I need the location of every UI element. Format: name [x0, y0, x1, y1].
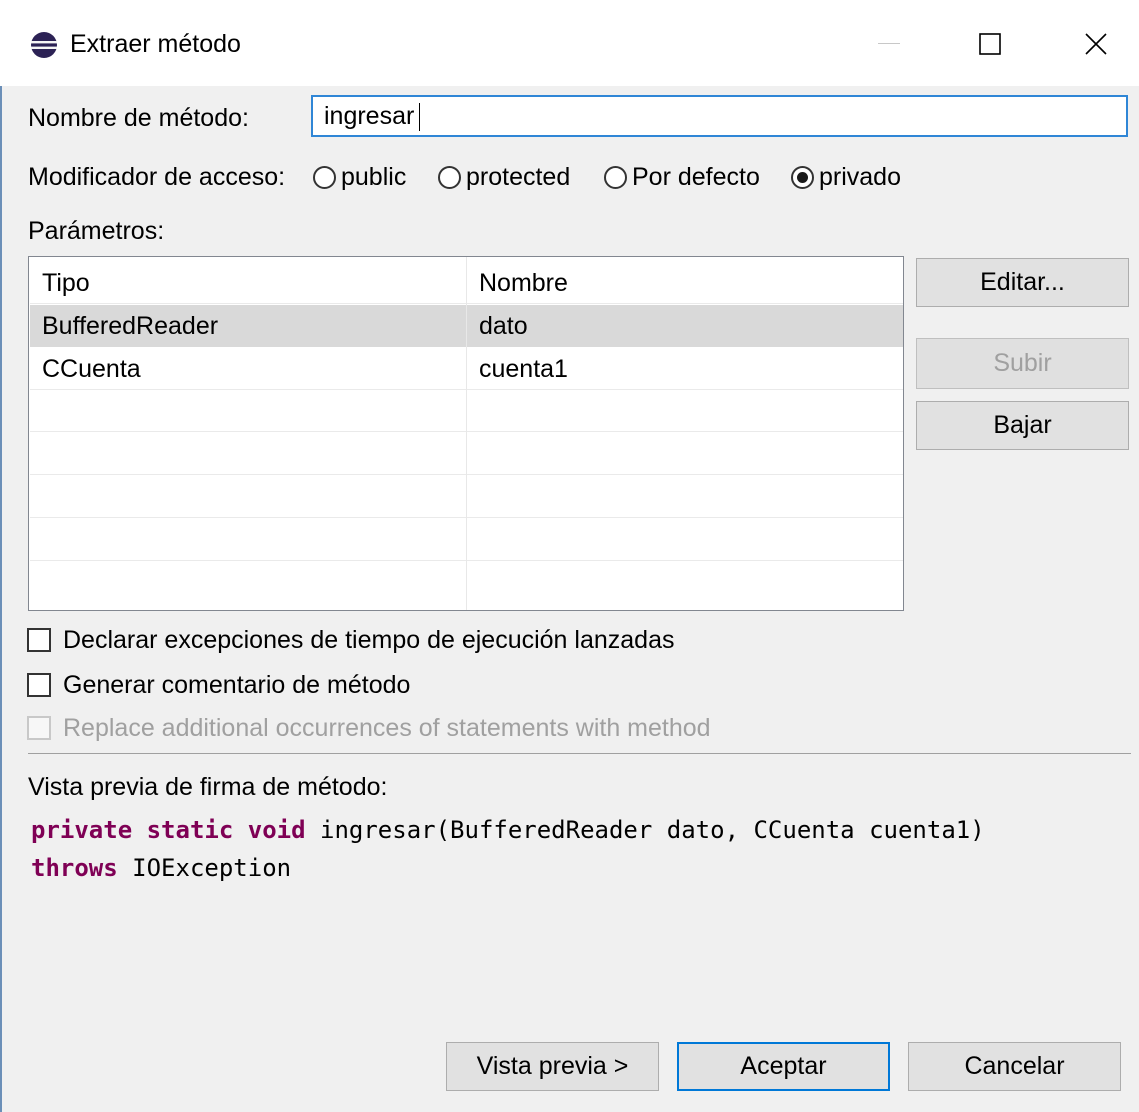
access-modifier-label: Modificador de acceso:	[28, 163, 286, 191]
radio-public[interactable]: public	[313, 162, 406, 192]
preview-label: Vista previa de firma de método:	[28, 773, 388, 801]
window-border	[0, 86, 2, 1112]
window-title: Extraer método	[70, 30, 241, 58]
maximize-button[interactable]	[960, 22, 1020, 66]
column-separator	[466, 257, 467, 610]
accept-button[interactable]: Aceptar	[677, 1042, 890, 1091]
replace-occurrences-checkbox[interactable]: Replace additional occurrences of statem…	[27, 713, 711, 743]
param-type: CCuenta	[42, 355, 141, 383]
preview-button[interactable]: Vista previa >	[446, 1042, 659, 1091]
param-type: BufferedReader	[42, 312, 219, 340]
maximize-icon	[979, 33, 1001, 55]
edit-button[interactable]: Editar...	[916, 258, 1129, 307]
eclipse-icon	[30, 31, 58, 59]
radio-default[interactable]: Por defecto	[604, 162, 760, 192]
radio-circle-selected	[791, 165, 814, 189]
move-up-button[interactable]: Subir	[916, 338, 1129, 389]
close-icon	[1085, 33, 1107, 55]
method-name-label: Nombre de método:	[28, 104, 249, 132]
method-name-input[interactable]	[311, 95, 1128, 137]
move-down-button[interactable]: Bajar	[916, 401, 1129, 450]
radio-protected[interactable]: protected	[438, 162, 570, 192]
generate-comment-checkbox[interactable]: Generar comentario de método	[27, 670, 410, 700]
signature-line-2: throws IOException	[31, 854, 292, 882]
column-header-name[interactable]: Nombre	[479, 262, 568, 304]
parameters-label: Parámetros:	[28, 217, 165, 245]
radio-circle	[313, 165, 336, 189]
signature-preview: private static void ingresar(BufferedRea…	[31, 811, 985, 887]
checkbox-box	[27, 628, 51, 652]
checkbox-box	[27, 716, 51, 740]
divider	[28, 753, 1131, 754]
radio-private[interactable]: privado	[791, 162, 901, 192]
minimize-icon	[878, 43, 900, 44]
column-header-type[interactable]: Tipo	[42, 262, 90, 304]
close-button[interactable]	[1066, 22, 1126, 66]
radio-circle	[604, 165, 627, 189]
param-name: cuenta1	[479, 355, 568, 383]
minimize-button[interactable]	[859, 22, 919, 66]
cancel-button[interactable]: Cancelar	[908, 1042, 1121, 1091]
text-caret	[419, 103, 420, 131]
param-name: dato	[479, 312, 528, 340]
checkbox-box	[27, 673, 51, 697]
signature-line-1: private static void ingresar(BufferedRea…	[31, 816, 985, 844]
radio-circle	[438, 165, 461, 189]
declare-exceptions-checkbox[interactable]: Declarar excepciones de tiempo de ejecuc…	[27, 625, 674, 655]
